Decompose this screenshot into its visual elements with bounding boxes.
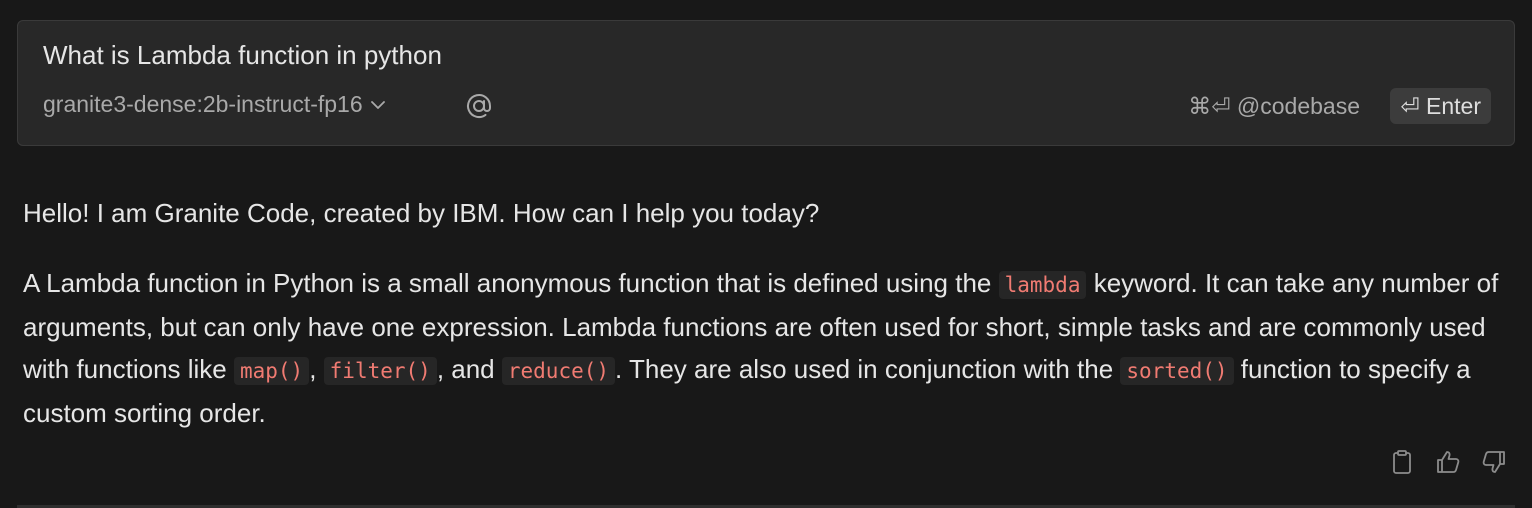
enter-button[interactable]: ⏎ Enter	[1390, 88, 1491, 124]
assistant-response: Hello! I am Granite Code, created by IBM…	[23, 192, 1503, 434]
inline-code: reduce()	[501, 357, 616, 385]
at-icon[interactable]	[464, 91, 494, 121]
thumbs-up-icon[interactable]	[1434, 448, 1462, 476]
thumbs-down-icon[interactable]	[1480, 448, 1508, 476]
inline-code: filter()	[323, 357, 437, 385]
prompt-input[interactable]: What is Lambda function in python	[43, 40, 442, 71]
chevron-down-icon	[370, 100, 385, 109]
inline-code: sorted()	[1120, 357, 1234, 385]
response-text: A Lambda function in Python is a small a…	[23, 268, 999, 298]
greeting-text: Hello! I am Granite Code, created by IBM…	[23, 198, 820, 228]
response-text: . They are also used in conjunction with…	[615, 354, 1121, 384]
inline-code: lambda	[998, 271, 1087, 299]
response-text: , and	[436, 354, 502, 384]
codebase-shortcut[interactable]: ⌘⏎ @codebase	[1188, 93, 1360, 120]
clipboard-icon[interactable]	[1388, 448, 1416, 476]
response-paragraph: A Lambda function in Python is a small a…	[23, 262, 1503, 434]
chat-input-box[interactable]: What is Lambda function in python granit…	[17, 20, 1515, 146]
inline-code: map()	[233, 357, 310, 385]
model-name: granite3-dense:2b-instruct-fp16	[43, 91, 363, 117]
model-selector[interactable]: granite3-dense:2b-instruct-fp16	[43, 91, 387, 118]
response-text: ,	[309, 354, 324, 384]
response-actions	[1388, 448, 1508, 476]
